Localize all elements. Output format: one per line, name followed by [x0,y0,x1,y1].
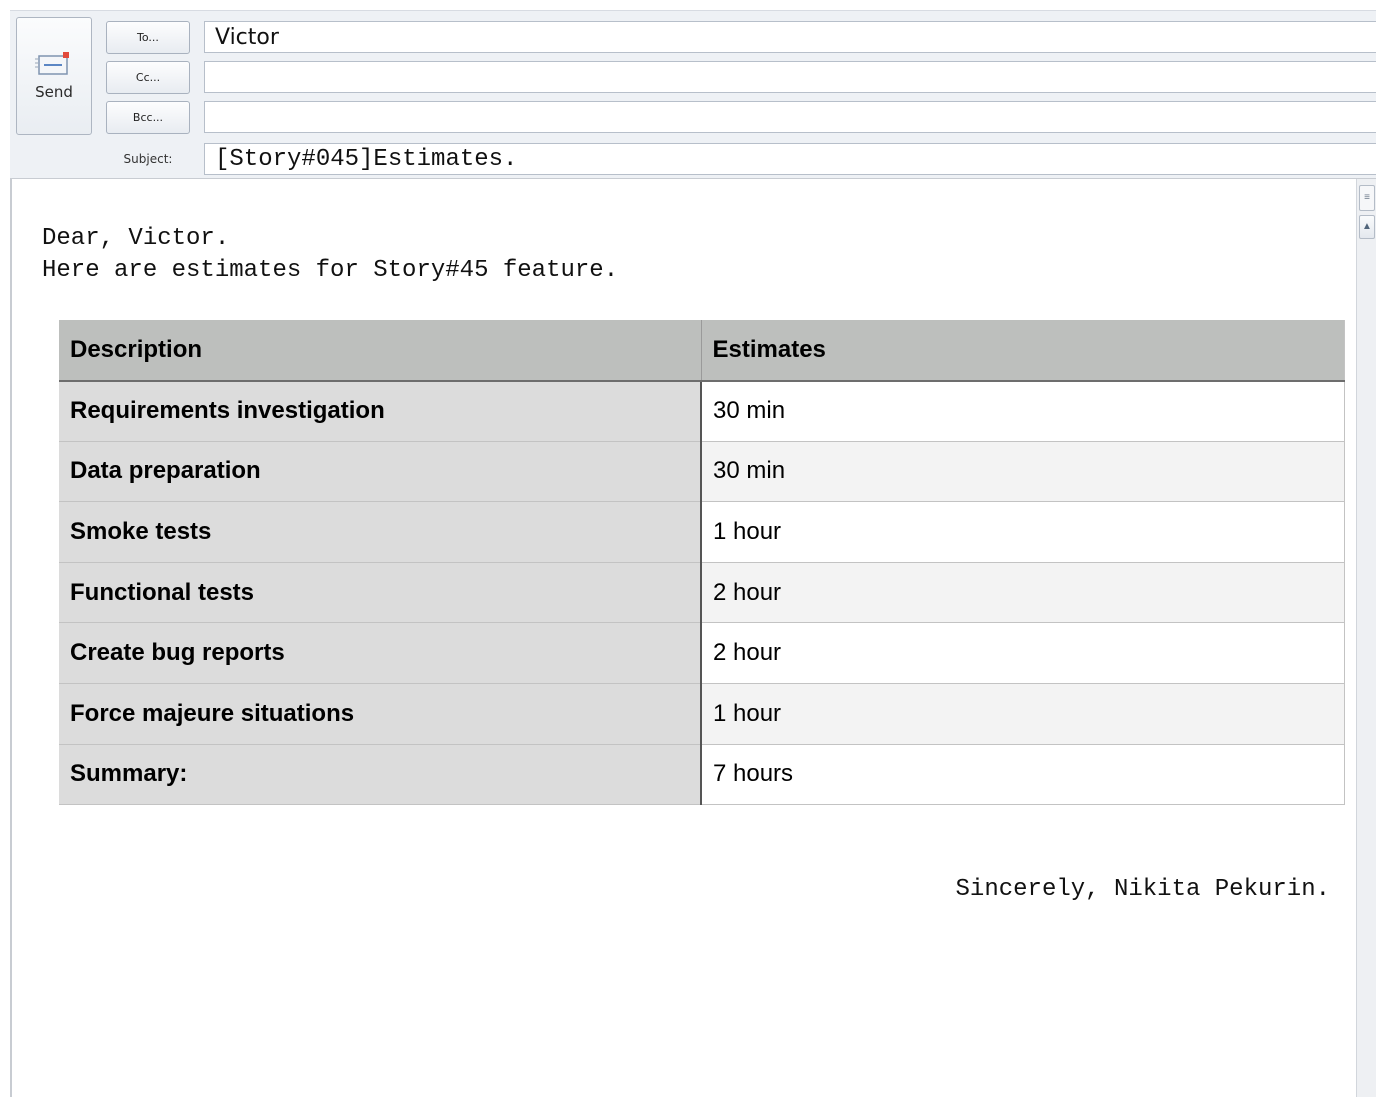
cc-field[interactable] [215,64,1376,90]
cc-field-box [204,61,1376,93]
to-field[interactable] [215,24,1376,50]
table-row: Requirements investigation 30 min [59,380,1345,442]
bcc-button[interactable]: Bcc... [106,101,190,134]
subject-field-box [204,143,1376,175]
greeting: Dear, Victor. Here are estimates for Sto… [42,223,618,287]
send-label: Send [35,83,73,101]
table-row: Force majeure situations 1 hour [59,683,1345,745]
table-header-row: Description Estimates [59,320,1345,382]
table-row: Functional tests 2 hour [59,562,1345,624]
row-value: 2 hour [701,562,1345,624]
row-value: 2 hour [701,622,1345,685]
bcc-field-box [204,101,1376,133]
column-header-description: Description [59,320,702,382]
greeting-line-2: Here are estimates for Story#45 feature. [42,257,619,284]
envelope-send-icon [35,51,73,77]
table-row-summary: Summary: 7 hours [59,744,1345,806]
summary-value: 7 hours [701,744,1345,806]
row-value: 1 hour [701,683,1345,745]
to-button[interactable]: To... [106,21,190,54]
row-label: Requirements investigation [59,380,702,442]
message-body[interactable]: Dear, Victor. Here are estimates for Sto… [10,178,1376,1097]
message-header: Send To... Cc... Bcc... Subject: [10,10,1376,178]
send-button[interactable]: Send [16,17,92,135]
row-value: 30 min [701,380,1345,442]
summary-label: Summary: [59,744,702,806]
row-label: Functional tests [59,562,702,624]
row-label: Create bug reports [59,622,702,685]
bcc-field[interactable] [215,104,1376,130]
table-row: Smoke tests 1 hour [59,501,1345,563]
signature: Sincerely, Nikita Pekurin. [955,876,1330,903]
to-field-box [204,21,1376,53]
ruler-toggle-icon[interactable]: ≡ [1359,185,1375,211]
row-label: Data preparation [59,441,702,503]
row-value: 1 hour [701,501,1345,563]
subject-label: Subject: [123,152,173,166]
subject-field[interactable] [215,145,1376,173]
row-label: Force majeure situations [59,683,702,745]
greeting-line-1: Dear, Victor. [42,225,230,252]
cc-button[interactable]: Cc... [106,61,190,94]
column-header-estimates: Estimates [701,320,1345,382]
table-row: Data preparation 30 min [59,441,1345,503]
vertical-scrollbar[interactable]: ≡ ▲ [1356,179,1376,1097]
estimates-table: Description Estimates Requirements inves… [59,320,1345,806]
row-label: Smoke tests [59,501,702,563]
table-row: Create bug reports 2 hour [59,622,1345,685]
scroll-up-arrow-icon[interactable]: ▲ [1359,215,1375,239]
row-value: 30 min [701,441,1345,503]
